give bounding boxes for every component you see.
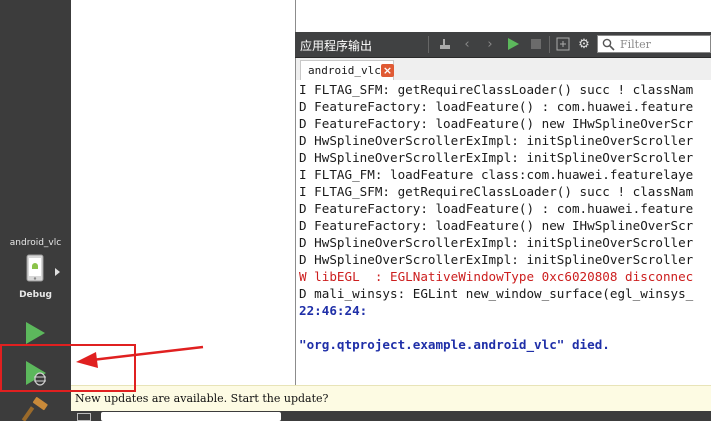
- android-device-icon[interactable]: [24, 254, 46, 282]
- toolbar-separator: [428, 36, 429, 53]
- log-line: D FeatureFactory: loadFeature() : com.hu…: [299, 201, 694, 216]
- chevron-right-icon[interactable]: ›: [482, 36, 498, 52]
- editor-area[interactable]: [71, 0, 295, 385]
- search-icon: [602, 38, 615, 51]
- log-line: I FLTAG_SFM: getRequireClassLoader() suc…: [299, 184, 694, 199]
- update-notification-text: New updates are available. Start the upd…: [75, 392, 329, 405]
- log-line: D HwSplineOverScrollerExImpl: initSpline…: [299, 133, 694, 148]
- locator-input[interactable]: [101, 412, 281, 421]
- application-output-log[interactable]: I FLTAG_SFM: getRequireClassLoader() suc…: [296, 80, 711, 385]
- log-line: "org.qtproject.example.android_vlc" died…: [299, 337, 610, 352]
- filter-field[interactable]: [597, 35, 711, 53]
- log-line: D FeatureFactory: loadFeature() new IHwS…: [299, 218, 694, 233]
- toolbar-separator: [549, 36, 550, 53]
- chevron-left-icon[interactable]: ‹: [459, 36, 475, 52]
- build-mode-label[interactable]: Debug: [0, 290, 71, 300]
- log-line: D HwSplineOverScrollerExImpl: initSpline…: [299, 252, 694, 267]
- rerun-icon[interactable]: [505, 36, 521, 52]
- tab-label: android_vlc: [308, 64, 381, 77]
- attach-icon[interactable]: [437, 36, 453, 52]
- sidebar-toggle-icon[interactable]: [77, 413, 91, 421]
- tab-android-vlc[interactable]: android_vlc ×: [300, 60, 394, 80]
- output-pane-title: 应用程序输出: [300, 39, 373, 53]
- log-line: D HwSplineOverScrollerExImpl: initSpline…: [299, 150, 694, 165]
- settings-icon[interactable]: ⚙: [576, 36, 592, 52]
- log-line: W libEGL : EGLNativeWindowType 0xc602080…: [299, 269, 694, 284]
- stop-icon[interactable]: [528, 36, 544, 52]
- log-line: D FeatureFactory: loadFeature() new IHwS…: [299, 116, 694, 131]
- output-tab-strip: android_vlc ×: [296, 58, 711, 81]
- status-bar: [71, 411, 711, 421]
- log-line: I FLTAG_SFM: getRequireClassLoader() suc…: [299, 82, 694, 97]
- log-line: 22:46:24:: [299, 303, 368, 318]
- log-line: I FLTAG_FM: loadFeature class:com.huawei…: [299, 167, 694, 182]
- update-notification-bar[interactable]: New updates are available. Start the upd…: [71, 385, 711, 412]
- kit-expand-arrow-icon[interactable]: [55, 268, 60, 276]
- log-line: D mali_winsys: EGLint new_window_surface…: [299, 286, 694, 301]
- run-icon[interactable]: [22, 320, 48, 346]
- log-line: D FeatureFactory: loadFeature() : com.hu…: [299, 99, 694, 114]
- zoom-in-icon[interactable]: [555, 36, 571, 52]
- close-icon[interactable]: ×: [381, 64, 394, 77]
- hammer-icon[interactable]: [20, 396, 50, 421]
- filter-input[interactable]: [620, 37, 708, 51]
- annotation-highlight-box: [0, 344, 136, 392]
- kit-selector-label[interactable]: android_vlc: [0, 238, 71, 248]
- output-pane-toolbar: 应用程序输出 ‹ › ⚙: [295, 32, 711, 58]
- log-line: D HwSplineOverScrollerExImpl: initSpline…: [299, 235, 694, 250]
